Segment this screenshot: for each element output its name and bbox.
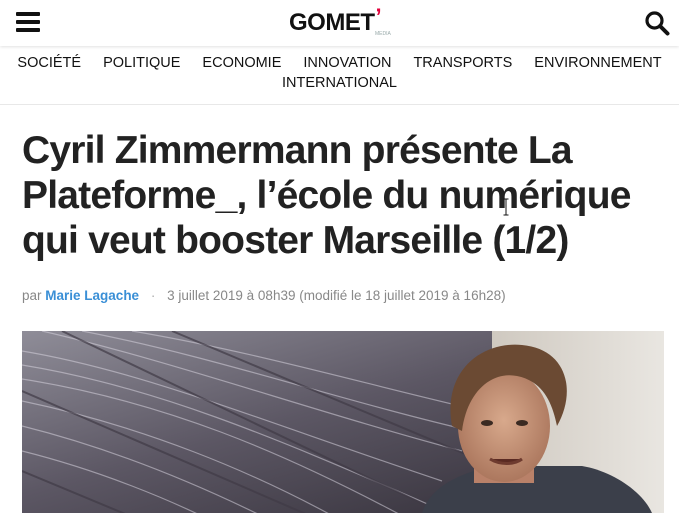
text-cursor-icon (503, 198, 509, 216)
search-icon[interactable] (644, 10, 670, 36)
category-nav-row-1: SOCIÉTÉ POLITIQUE ECONOMIE INNOVATION TR… (0, 52, 679, 74)
publish-date: 3 juillet 2019 à 08h39 (modifié le 18 ju… (167, 288, 506, 303)
nav-divider (0, 104, 679, 105)
article-title: Cyril Zimmermann présente La Plateforme_… (22, 129, 631, 262)
byline-separator: · (150, 288, 156, 303)
logo-subtext: MEDIA (375, 31, 391, 37)
site-header: GOMET’ MEDIA (0, 0, 679, 46)
article-byline: par Marie Lagache · 3 juillet 2019 à 08h… (22, 288, 506, 303)
hero-photo (22, 331, 664, 513)
site-logo[interactable]: GOMET’ MEDIA (289, 4, 391, 37)
category-nav-row-2: INTERNATIONAL (0, 75, 679, 91)
nav-item-environnement[interactable]: ENVIRONNEMENT (523, 52, 672, 74)
nav-item-politique[interactable]: POLITIQUE (92, 52, 191, 74)
byline-prefix: par (22, 288, 42, 303)
logo-text: GOMET (289, 9, 375, 36)
hamburger-menu-icon[interactable] (16, 12, 40, 32)
author-link[interactable]: Marie Lagache (45, 288, 139, 303)
nav-item-transports[interactable]: TRANSPORTS (402, 52, 523, 74)
nav-item-economie[interactable]: ECONOMIE (191, 52, 292, 74)
logo-accent: ’ (375, 4, 382, 29)
nav-item-international[interactable]: INTERNATIONAL (271, 72, 408, 94)
article-hero-image (22, 331, 664, 513)
nav-item-societe[interactable]: SOCIÉTÉ (6, 52, 92, 74)
nav-item-innovation[interactable]: INNOVATION (292, 52, 402, 74)
category-nav: SOCIÉTÉ POLITIQUE ECONOMIE INNOVATION TR… (0, 52, 679, 91)
